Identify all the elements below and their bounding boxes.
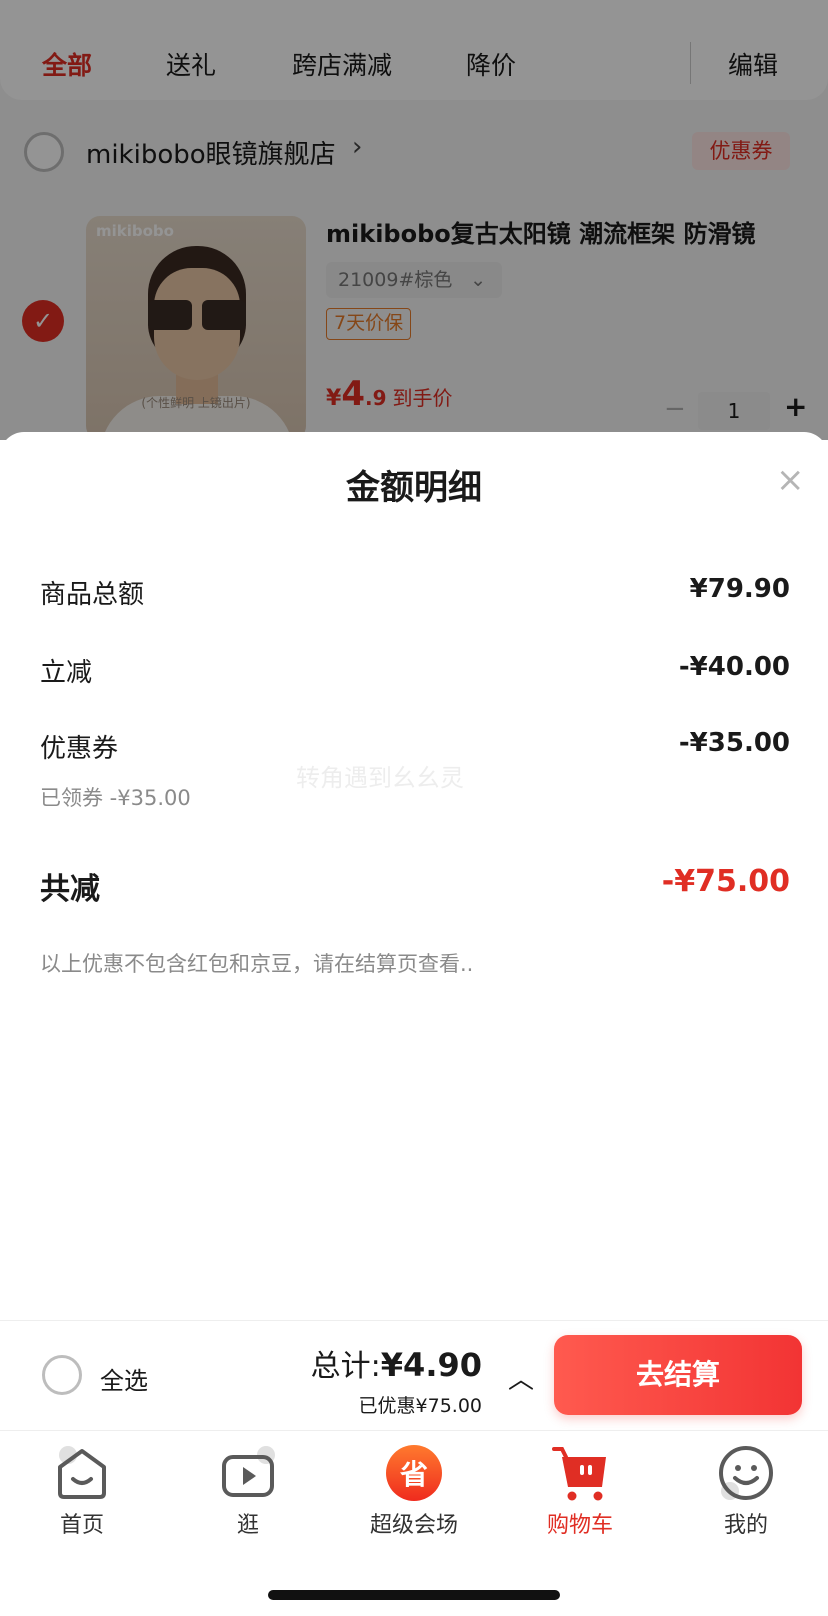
nav-label-browse: 逛 — [236, 1513, 259, 1538]
chevron-up-icon[interactable]: ︿ — [508, 1359, 534, 1396]
select-all-radio[interactable] — [42, 1355, 82, 1395]
total-amount: ¥4.90 — [380, 1346, 482, 1384]
total-prefix: 总计: — [310, 1349, 381, 1384]
nav-label-cart: 购物车 — [546, 1513, 613, 1538]
watermark: 转角遇到幺幺灵 — [296, 764, 464, 792]
coupon-claimed-note: 已领券 -¥35.00 — [40, 786, 191, 810]
discount-note: 以上优惠不包含红包和京豆，请在结算页查看.. — [40, 952, 474, 976]
profile-icon — [716, 1443, 776, 1503]
cart-page-background: 全部 送礼 跨店满减 降价 编辑 mikibobo眼镜旗舰店 › 优惠券 ✓ m… — [0, 0, 828, 440]
cart-icon — [550, 1443, 610, 1503]
goods-total-label: 商品总额 — [40, 580, 145, 610]
instant-discount-value: -¥40.00 — [678, 652, 790, 682]
home-icon — [52, 1443, 112, 1503]
checkout-button[interactable]: 去结算 — [554, 1335, 802, 1415]
close-icon[interactable]: × — [776, 460, 805, 500]
coupon-value: -¥35.00 — [678, 728, 790, 758]
goods-total-value: ¥79.90 — [689, 574, 790, 604]
total-summary[interactable]: 总计:¥4.90 已优惠¥75.00 — [311, 1341, 482, 1418]
sheet-title: 金额明细 — [346, 468, 482, 508]
home-indicator — [268, 1590, 560, 1600]
nav-item-cart[interactable]: 购物车 — [510, 1443, 650, 1539]
super-venue-icon: 省 — [384, 1443, 444, 1503]
total-discount-value: -¥75.00 — [661, 864, 790, 899]
nav-item-browse[interactable]: 逛 — [178, 1443, 318, 1539]
nav-item-home[interactable]: 首页 — [12, 1443, 152, 1539]
instant-discount-label: 立减 — [40, 658, 93, 688]
nav-item-super-venue[interactable]: 省 超级会场 — [344, 1443, 484, 1539]
nav-label-super-venue: 超级会场 — [369, 1513, 458, 1538]
nav-item-profile[interactable]: 我的 — [676, 1443, 816, 1539]
coupon-label: 优惠券 — [40, 734, 119, 764]
nav-label-profile: 我的 — [723, 1513, 768, 1538]
play-icon — [218, 1443, 278, 1503]
super-venue-glyph: 省 — [400, 1458, 428, 1491]
nav-label-home: 首页 — [59, 1513, 104, 1538]
checkout-bar: 全选 总计:¥4.90 已优惠¥75.00 ︿ 去结算 — [0, 1320, 828, 1430]
total-saved: 已优惠¥75.00 — [358, 1395, 482, 1417]
modal-backdrop[interactable] — [0, 0, 828, 440]
total-discount-label: 共减 — [40, 872, 100, 907]
bottom-tab-bar: 首页 逛 省 超级会场 购物车 我的 — [0, 1430, 828, 1616]
select-all-label[interactable]: 全选 — [100, 1361, 148, 1396]
amount-detail-sheet: 金额明细 × 商品总额 ¥79.90 立减 -¥40.00 优惠券 -¥35.0… — [0, 432, 828, 1320]
